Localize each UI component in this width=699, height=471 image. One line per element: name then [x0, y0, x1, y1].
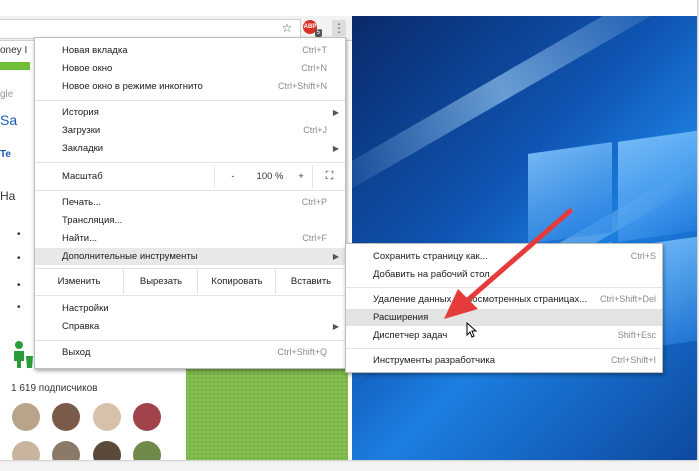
submenu-item-label: Инструменты разработчика — [373, 355, 496, 366]
menu-item-new-window[interactable]: Новое окно Ctrl+N — [35, 60, 345, 77]
page-fragment: Te — [0, 149, 11, 160]
menu-kebab-icon[interactable]: ⋮ — [332, 20, 346, 36]
menu-item-incognito[interactable]: Новое окно в режиме инкогнито Ctrl+Shift+… — [35, 78, 345, 95]
red-arrow-icon — [444, 208, 573, 319]
menu-item-history[interactable]: История ▶ — [35, 104, 345, 121]
menu-item-label: Закладки — [62, 143, 104, 154]
menu-item-label: Справка — [62, 321, 100, 332]
avatar[interactable] — [93, 403, 121, 431]
menu-item-more-tools[interactable]: Дополнительные инструменты ▶ — [35, 248, 345, 265]
chevron-right-icon: ▶ — [332, 252, 339, 261]
submenu-item-shortcut: Shift+Esc — [617, 330, 656, 340]
menu-item-help[interactable]: Справка ▶ — [35, 318, 345, 335]
menu-item-label: Новое окно — [62, 63, 113, 74]
submenu-item-developer-tools[interactable]: Инструменты разработчика Ctrl+Shift+I — [346, 352, 662, 369]
star-icon[interactable]: ☆ — [279, 20, 295, 36]
menu-separator — [35, 190, 345, 191]
avatar[interactable] — [93, 441, 121, 460]
chevron-right-icon: ▶ — [332, 144, 339, 153]
page-fragment: gle — [0, 89, 14, 100]
adblock-extension-icon[interactable]: ABP 5 — [303, 20, 322, 37]
submenu-item-shortcut: Ctrl+Shift+Del — [596, 291, 656, 308]
chevron-right-icon: ▶ — [332, 108, 339, 117]
avatar[interactable] — [52, 403, 80, 431]
cut-button[interactable]: Вырезать — [123, 269, 198, 294]
menu-item-bookmarks[interactable]: Закладки ▶ — [35, 140, 345, 157]
menu-item-label: Настройки — [62, 303, 109, 314]
page-fragment: Sa — [0, 112, 18, 128]
menu-item-new-tab[interactable]: Новая вкладка Ctrl+T — [35, 42, 345, 59]
extension-count: 5 — [314, 29, 322, 37]
windows-logo-pane — [618, 130, 697, 242]
page-fragment: Ha — [0, 189, 16, 203]
bullet: • — [17, 280, 21, 291]
avatar[interactable] — [12, 441, 40, 460]
bullet: • — [17, 229, 21, 240]
menu-item-label: Печать... — [62, 197, 102, 208]
menu-item-label: История — [62, 107, 99, 118]
menu-item-label: Масштаб — [62, 171, 103, 182]
screenshot-frame: ☆ ABP 5 ⋮ oney I gle Sa Te Ha • • • • 1 … — [0, 0, 697, 460]
menu-separator — [346, 348, 662, 349]
menu-item-print[interactable]: Печать... Ctrl+P — [35, 194, 345, 211]
submenu-item-shortcut: Ctrl+Shift+I — [610, 355, 656, 365]
paste-button[interactable]: Вставить — [275, 269, 346, 294]
menu-separator — [35, 340, 345, 341]
menu-item-shortcut: Ctrl+P — [301, 197, 327, 207]
menu-item-edit-label: Изменить — [57, 276, 101, 287]
menu-item-downloads[interactable]: Загрузки Ctrl+J — [35, 122, 345, 139]
menu-item-label: Загрузки — [62, 125, 101, 136]
menu-item-label: Новая вкладка — [62, 45, 128, 56]
address-bar[interactable] — [0, 19, 301, 39]
chrome-main-menu: Новая вкладка Ctrl+T Новое окно Ctrl+N Нов… — [34, 37, 346, 369]
submenu-item-shortcut: Ctrl+S — [630, 251, 656, 261]
menu-item-exit[interactable]: Выход Ctrl+Shift+Q — [35, 344, 345, 361]
menu-separator — [35, 162, 345, 163]
menu-separator — [35, 295, 345, 296]
avatar[interactable] — [133, 403, 161, 431]
menu-item-shortcut: Ctrl+Shift+Q — [277, 347, 327, 357]
avatar[interactable] — [133, 441, 161, 460]
menu-item-shortcut: Ctrl+N — [301, 63, 327, 73]
menu-item-find[interactable]: Найти... Ctrl+F — [35, 230, 345, 247]
copy-button[interactable]: Копировать — [197, 269, 276, 294]
menu-item-label: Найти... — [62, 233, 98, 244]
submenu-item-task-manager[interactable]: Диспетчер задач Shift+Esc — [346, 327, 662, 344]
bullet: • — [17, 253, 21, 264]
chevron-right-icon: ▶ — [332, 322, 339, 331]
bullet: • — [17, 302, 21, 313]
zoom-controls: - 100 % + ⛶ — [214, 165, 345, 188]
person-icon — [12, 340, 34, 368]
zoom-in-button[interactable]: + — [290, 165, 312, 188]
subscribers-count: 1 619 подписчиков — [11, 383, 98, 394]
menu-separator — [35, 100, 345, 101]
menu-item-shortcut: Ctrl+J — [303, 125, 327, 135]
fullscreen-icon[interactable]: ⛶ — [312, 165, 346, 188]
menu-item-settings[interactable]: Настройки — [35, 300, 345, 317]
menu-item-shortcut: Ctrl+F — [302, 233, 327, 243]
avatar[interactable] — [12, 403, 40, 431]
page-fragment: oney I — [0, 45, 28, 56]
menu-item-label: Новое окно в режиме инкогнито — [62, 81, 203, 92]
submenu-item-label: Диспетчер задач — [373, 330, 448, 341]
submenu-item-label: Расширения — [373, 312, 429, 323]
mouse-cursor-icon — [466, 322, 478, 338]
menu-item-label: Трансляция... — [62, 215, 123, 226]
menu-item-cast[interactable]: Трансляция... — [35, 212, 345, 229]
green-strip — [0, 62, 30, 70]
menu-item-label: Дополнительные инструменты — [62, 251, 198, 262]
menu-item-label: Выход — [62, 347, 91, 358]
menu-item-shortcut: Ctrl+T — [302, 45, 327, 55]
zoom-value: 100 % — [256, 171, 284, 182]
avatar[interactable] — [52, 441, 80, 460]
menu-item-shortcut: Ctrl+Shift+N — [277, 81, 327, 91]
zoom-out-button[interactable]: - — [214, 165, 251, 188]
